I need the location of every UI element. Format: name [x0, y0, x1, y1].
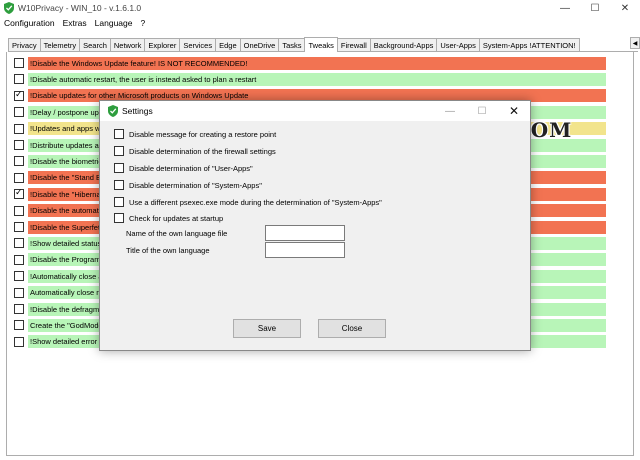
- maximize-icon: ☐: [477, 105, 487, 117]
- option-label: Disable determination of the firewall se…: [129, 146, 276, 156]
- option-label: Use a different psexec.exe mode during t…: [129, 197, 382, 207]
- menu-configuration[interactable]: Configuration: [4, 18, 55, 28]
- tab-bar: Privacy Telemetry Search Network Explorer Ser…: [8, 37, 638, 52]
- minimize-icon: —: [560, 2, 570, 14]
- shield-icon: [108, 105, 118, 117]
- menu-language[interactable]: Language: [95, 18, 133, 28]
- settings-option: Disable determination of "System-Apps": [114, 179, 262, 191]
- menu-help[interactable]: ?: [140, 18, 145, 28]
- option-checkbox[interactable]: [114, 163, 124, 173]
- settings-option: Disable determination of "User-Apps": [114, 162, 253, 174]
- dialog-minimize-button[interactable]: —: [434, 101, 466, 121]
- option-checkbox[interactable]: [114, 180, 124, 190]
- settings-dialog: Settings — ☐ ✕ Disable message for creat…: [99, 100, 531, 351]
- tab-user-apps[interactable]: User-Apps: [436, 38, 480, 51]
- option-checkbox[interactable]: [114, 129, 124, 139]
- dialog-title: Settings: [122, 106, 153, 116]
- tweak-row: !Disable the Windows Update feature! IS …: [14, 56, 606, 70]
- tab-network[interactable]: Network: [109, 38, 146, 51]
- tweak-checkbox[interactable]: [14, 205, 24, 216]
- tab-search[interactable]: Search: [79, 38, 111, 51]
- tab-tasks[interactable]: Tasks: [278, 38, 306, 51]
- tweak-checkbox[interactable]: [14, 271, 24, 282]
- settings-option: Check for updates at startup: [114, 212, 223, 224]
- tab-explorer[interactable]: Explorer: [144, 38, 181, 51]
- tweak-checkbox[interactable]: [14, 287, 24, 298]
- tweak-checkbox[interactable]: [14, 187, 24, 200]
- tweak-checkbox[interactable]: [14, 74, 24, 85]
- tab-firewall[interactable]: Firewall: [336, 38, 371, 51]
- tweak-checkbox[interactable]: [14, 89, 24, 101]
- option-label: Disable message for creating a restore p…: [129, 129, 277, 139]
- close-window-button[interactable]: ✕: [610, 0, 640, 16]
- tweak-checkbox[interactable]: [14, 222, 24, 232]
- dialog-title-bar[interactable]: Settings — ☐ ✕: [100, 101, 530, 121]
- tweak-checkbox[interactable]: [14, 336, 24, 347]
- tab-background-apps[interactable]: Background-Apps: [369, 38, 438, 51]
- tab-tweaks[interactable]: Tweaks: [304, 37, 338, 52]
- close-button[interactable]: Close: [318, 319, 386, 338]
- language-file-input[interactable]: [265, 225, 345, 241]
- tab-onedrive[interactable]: OneDrive: [239, 38, 280, 51]
- tab-edge[interactable]: Edge: [215, 38, 241, 51]
- language-title-input[interactable]: [265, 242, 345, 258]
- chevron-left-icon: ◀: [632, 40, 638, 47]
- save-button[interactable]: Save: [233, 319, 301, 338]
- tweak-checkbox[interactable]: [14, 123, 24, 134]
- dialog-maximize-button[interactable]: ☐: [466, 101, 498, 121]
- minimize-icon: —: [445, 105, 455, 117]
- menu-bar: Configuration Extras Language ?: [0, 16, 640, 30]
- tab-scroll-button[interactable]: ◀: [630, 37, 640, 49]
- tweak-checkbox[interactable]: [14, 172, 24, 183]
- tweak-checkbox[interactable]: [14, 238, 24, 249]
- option-checkbox[interactable]: [114, 197, 124, 207]
- maximize-button[interactable]: ☐: [580, 0, 610, 16]
- settings-option: Disable determination of the firewall se…: [114, 145, 276, 157]
- settings-option: Use a different psexec.exe mode during t…: [114, 196, 382, 208]
- tweak-checkbox[interactable]: [14, 156, 24, 167]
- title-bar[interactable]: W10Privacy - WIN_10 - v.1.6.1.0 — ☐ ✕: [0, 0, 640, 16]
- tab-system-apps-attention[interactable]: System-Apps !ATTENTION!: [478, 38, 580, 51]
- tab-privacy[interactable]: Privacy: [8, 38, 41, 51]
- shield-icon: [4, 2, 14, 14]
- dialog-close-button[interactable]: ✕: [498, 101, 530, 121]
- option-label: Check for updates at startup: [129, 213, 224, 223]
- minimize-button[interactable]: —: [550, 0, 580, 16]
- tweak-checkbox[interactable]: [14, 254, 24, 265]
- menu-extras[interactable]: Extras: [63, 18, 87, 28]
- settings-option: Disable message for creating a restore p…: [114, 128, 276, 140]
- tab-services[interactable]: Services: [179, 38, 217, 51]
- language-title-label: Title of the own language: [126, 246, 210, 255]
- option-label: Disable determination of "System-Apps": [129, 180, 262, 190]
- close-icon: ✕: [508, 104, 520, 118]
- maximize-icon: ☐: [590, 2, 600, 14]
- tweak-label: !Disable the Windows Update feature! IS …: [28, 56, 606, 70]
- close-icon: ✕: [620, 2, 630, 14]
- tweak-checkbox[interactable]: [14, 107, 24, 118]
- tweak-checkbox[interactable]: [14, 140, 24, 150]
- option-checkbox[interactable]: [114, 146, 124, 156]
- language-file-label: Name of the own language file: [126, 229, 228, 238]
- tweak-checkbox[interactable]: [14, 58, 24, 68]
- tweak-checkbox[interactable]: [14, 304, 24, 314]
- tweak-row: !Disable automatic restart, the user is …: [14, 72, 606, 86]
- tweak-checkbox[interactable]: [14, 320, 24, 331]
- tweak-label: !Disable automatic restart, the user is …: [28, 72, 606, 86]
- tab-telemetry[interactable]: Telemetry: [39, 38, 81, 51]
- window-title: W10Privacy - WIN_10 - v.1.6.1.0: [18, 3, 142, 13]
- option-label: Disable determination of "User-Apps": [129, 163, 253, 173]
- option-checkbox[interactable]: [114, 213, 124, 223]
